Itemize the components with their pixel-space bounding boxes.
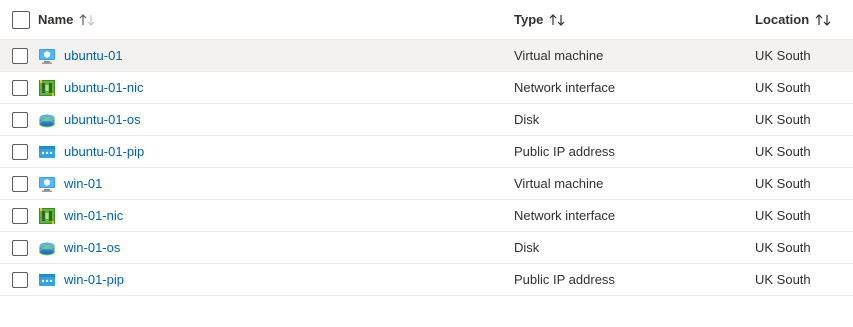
table-row[interactable]: win-01-os Disk UK South [0,232,853,264]
location-cell: UK South [755,80,811,95]
type-cell: Virtual machine [514,176,604,191]
type-cell: Network interface [514,208,616,223]
location-cell: UK South [755,176,811,191]
name-cell: win-01-pip [38,264,458,295]
column-header-name-label: Name [38,12,74,27]
type-cell: Disk [514,240,540,255]
row-checkbox[interactable] [12,111,28,128]
column-header-type-label: Type [514,12,544,27]
name-cell: win-01-os [38,232,458,263]
sort-both-icon[interactable] [815,13,833,27]
table-row[interactable]: ubuntu-01-pip Public IP address UK South [0,136,853,168]
column-header-location-label: Location [755,12,810,27]
type-cell: Disk [514,112,540,127]
type-cell: Virtual machine [514,48,604,63]
resource-name-link[interactable]: ubuntu-01 [64,48,123,63]
row-checkbox[interactable] [12,207,28,224]
row-checkbox[interactable] [12,271,28,288]
row-checkbox[interactable] [12,79,28,96]
location-cell: UK South [755,272,811,287]
type-cell: Public IP address [514,144,615,159]
location-cell: UK South [755,144,811,159]
location-cell: UK South [755,48,811,63]
name-cell: ubuntu-01 [38,40,458,71]
row-checkbox[interactable] [12,239,28,256]
resource-name-link[interactable]: win-01-nic [64,208,123,223]
row-select-cell [12,264,32,295]
row-checkbox[interactable] [12,47,28,64]
type-cell: Network interface [514,80,616,95]
location-cell: UK South [755,208,811,223]
disk-icon [38,239,64,257]
network-interface-icon [38,79,64,97]
column-header-location[interactable]: Location [755,0,850,39]
location-cell: UK South [755,112,811,127]
select-all-checkbox[interactable] [12,10,30,29]
disk-icon [38,111,64,129]
select-all-cell [12,0,32,39]
table-row[interactable]: win-01-pip Public IP address UK South [0,264,853,296]
row-select-cell [12,40,32,71]
column-header-type[interactable]: Type [514,0,734,39]
network-interface-icon [38,207,64,225]
resource-name-link[interactable]: ubuntu-01-pip [64,144,144,159]
resource-name-link[interactable]: ubuntu-01-nic [64,80,144,95]
sort-both-icon[interactable] [549,13,567,27]
resource-name-link[interactable]: win-01 [64,176,102,191]
location-cell: UK South [755,240,811,255]
public-ip-icon [38,143,64,161]
table-row[interactable]: ubuntu-01 Virtual machine UK South [0,40,853,72]
row-select-cell [12,104,32,135]
row-select-cell [12,136,32,167]
table-row[interactable]: ubuntu-01-os Disk UK South [0,104,853,136]
row-select-cell [12,200,32,231]
resource-name-link[interactable]: ubuntu-01-os [64,112,141,127]
sort-asc-icon[interactable] [79,13,97,27]
table-body: ubuntu-01 Virtual machine UK South ubunt… [0,40,853,296]
name-cell: ubuntu-01-pip [38,136,458,167]
row-select-cell [12,168,32,199]
table-row[interactable]: win-01-nic Network interface UK South [0,200,853,232]
name-cell: ubuntu-01-nic [38,72,458,103]
virtual-machine-icon [38,175,64,193]
resource-name-link[interactable]: win-01-pip [64,272,124,287]
type-cell: Public IP address [514,272,615,287]
name-cell: ubuntu-01-os [38,104,458,135]
resource-name-link[interactable]: win-01-os [64,240,120,255]
virtual-machine-icon [38,47,64,65]
table-header: Name Type Location [0,0,853,40]
name-cell: win-01-nic [38,200,458,231]
row-select-cell [12,232,32,263]
public-ip-icon [38,271,64,289]
row-checkbox[interactable] [12,175,28,192]
name-cell: win-01 [38,168,458,199]
table-row[interactable]: win-01 Virtual machine UK South [0,168,853,200]
resources-table: Name Type Location ubuntu-01 Virtual mac… [0,0,853,296]
column-header-name[interactable]: Name [38,0,458,39]
table-row[interactable]: ubuntu-01-nic Network interface UK South [0,72,853,104]
row-select-cell [12,72,32,103]
row-checkbox[interactable] [12,143,28,160]
